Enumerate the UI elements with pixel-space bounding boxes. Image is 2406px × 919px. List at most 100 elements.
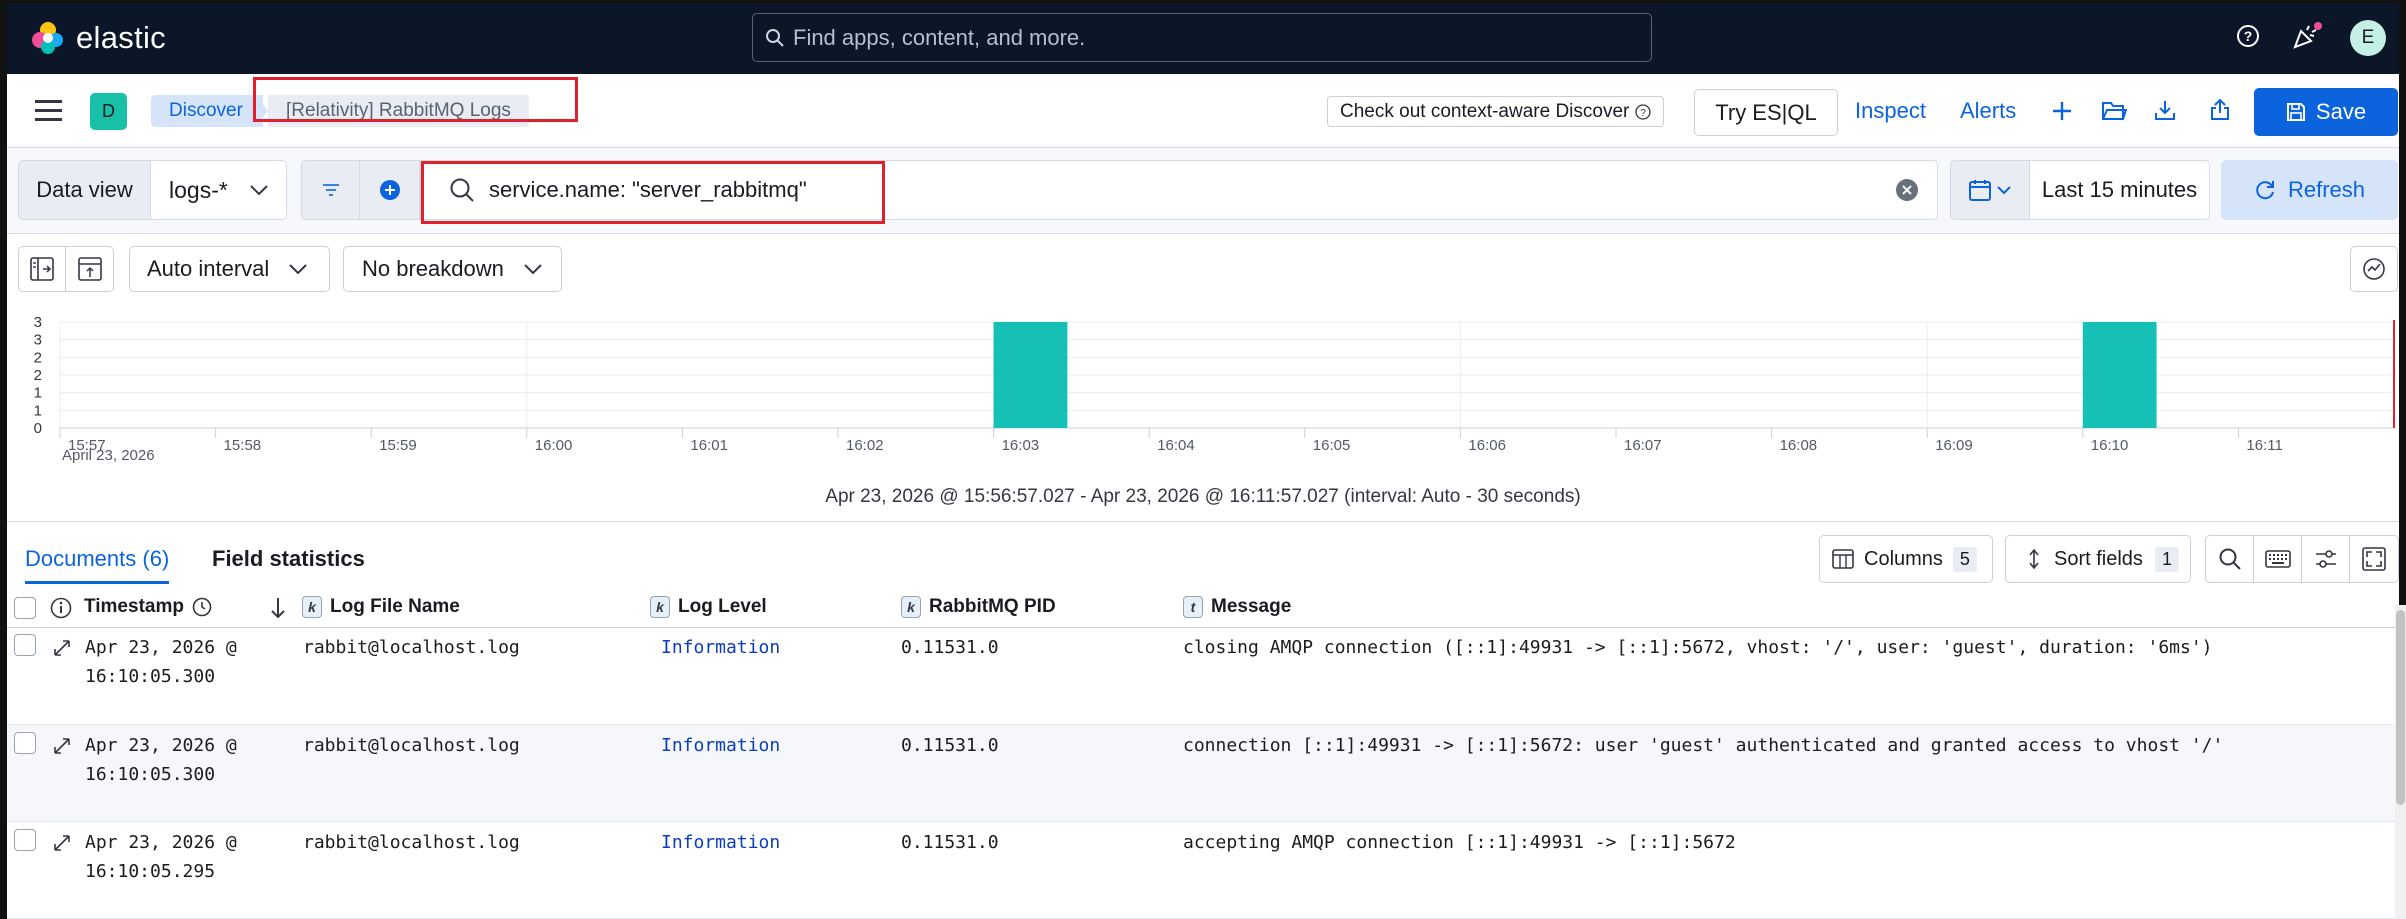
- fullscreen-icon: [2362, 547, 2386, 571]
- histogram-bar[interactable]: [2082, 322, 2157, 428]
- data-view-select[interactable]: logs-*: [151, 160, 287, 220]
- cell-message: connection [::1]:49931 -> [::1]:5672: us…: [1183, 735, 2224, 756]
- context-aware-label: Check out context-aware Discover: [1340, 100, 1630, 122]
- fullscreen-button[interactable]: [2350, 536, 2398, 582]
- tab-documents[interactable]: Documents (6): [25, 546, 170, 584]
- alerts-link[interactable]: Alerts: [1960, 98, 2016, 124]
- download-icon[interactable]: [2154, 99, 2176, 121]
- inspect-link[interactable]: Inspect: [1855, 98, 1926, 124]
- column-header-message[interactable]: t Message: [1183, 596, 1291, 618]
- table-row[interactable]: Apr 23, 2026 @ 16:10:05.295 rabbit@localh…: [7, 822, 2399, 919]
- column-header-timestamp-label: Timestamp: [84, 596, 184, 617]
- table-row[interactable]: Apr 23, 2026 @ 16:10:05.300 rabbit@localh…: [7, 628, 2399, 725]
- open-folder-icon[interactable]: [2101, 100, 2127, 122]
- filter-icon: [322, 184, 339, 196]
- toggle-sidebar-button[interactable]: [18, 246, 66, 292]
- interval-select[interactable]: Auto interval: [129, 246, 330, 292]
- cell-rabbitmq-pid: 0.11531.0: [901, 735, 999, 756]
- search-icon: [766, 28, 784, 47]
- help-icon[interactable]: ?: [2236, 24, 2260, 48]
- column-header-rabbitmq-pid[interactable]: k RabbitMQ PID: [901, 596, 1056, 618]
- cell-message: accepting AMQP connection [::1]:49931 ->…: [1183, 832, 1736, 853]
- x-tick-label: 16:10: [2091, 437, 2129, 454]
- table-row[interactable]: Apr 23, 2026 @ 16:10:05.300 rabbit@localh…: [7, 725, 2399, 822]
- app-badge[interactable]: D: [90, 93, 127, 130]
- filter-menu-button[interactable]: [301, 160, 360, 220]
- select-all-checkbox[interactable]: [14, 597, 36, 619]
- date-range-display[interactable]: Last 15 minutes: [2030, 160, 2210, 220]
- row-checkbox[interactable]: [14, 634, 36, 656]
- expand-icon[interactable]: [52, 736, 72, 756]
- plus-icon[interactable]: [2052, 101, 2072, 121]
- column-header-log-level[interactable]: k Log Level: [650, 596, 767, 618]
- chart-options-button[interactable]: [2350, 246, 2398, 292]
- save-button[interactable]: Save: [2254, 88, 2398, 136]
- x-tick-label: 16:01: [690, 437, 728, 454]
- date-quick-select-button[interactable]: [1950, 160, 2030, 220]
- settings-sliders-icon: [2315, 550, 2336, 568]
- tab-field-statistics[interactable]: Field statistics: [212, 546, 365, 572]
- try-esql-button[interactable]: Try ES|QL: [1694, 89, 1838, 136]
- x-tick-label: 16:11: [2246, 437, 2282, 454]
- histogram-bar[interactable]: [993, 322, 1068, 428]
- columns-button[interactable]: Columns 5: [1819, 535, 1993, 583]
- breakdown-select[interactable]: No breakdown: [343, 246, 562, 292]
- data-view-value: logs-*: [169, 176, 228, 203]
- data-view-label: Data view: [18, 160, 151, 220]
- columns-count: 5: [1952, 546, 1977, 572]
- menu-icon[interactable]: [35, 100, 62, 121]
- x-tick-label: 16:05: [1313, 437, 1351, 454]
- expand-icon[interactable]: [52, 833, 72, 853]
- column-header-timestamp[interactable]: Timestamp: [84, 596, 212, 618]
- interval-value: Auto interval: [147, 256, 270, 281]
- elastic-logo-icon: [32, 22, 63, 54]
- x-tick-label: 16:07: [1624, 437, 1662, 454]
- global-search-input[interactable]: [793, 24, 1633, 51]
- add-filter-button[interactable]: [360, 160, 420, 220]
- cell-log-file-name: rabbit@localhost.log: [303, 832, 520, 853]
- timestamp-date: Apr 23, 2026 @: [85, 832, 237, 853]
- toggle-chart-button[interactable]: [66, 246, 114, 292]
- panel-collapse-icon: [77, 257, 102, 281]
- annotation-highlight-breadcrumb: [253, 77, 578, 122]
- news-feed-icon[interactable]: [2292, 22, 2322, 50]
- chevron-down-icon: [289, 263, 308, 274]
- svg-text:?: ?: [1641, 108, 1647, 119]
- cell-timestamp: Apr 23, 2026 @ 16:10:05.300: [85, 633, 237, 691]
- clock-icon: [192, 597, 212, 617]
- row-checkbox[interactable]: [14, 829, 36, 851]
- timestamp-time: 16:10:05.300: [85, 764, 216, 785]
- column-header-log-file-name[interactable]: k Log File Name: [302, 596, 460, 618]
- row-checkbox[interactable]: [14, 732, 36, 754]
- clear-query-icon[interactable]: [1895, 178, 1919, 202]
- calendar-icon: [1969, 180, 1991, 201]
- table-columns-icon: [1832, 549, 1854, 569]
- refresh-button[interactable]: Refresh: [2221, 160, 2398, 220]
- column-header-rabbitmq-pid-label: RabbitMQ PID: [929, 596, 1056, 617]
- help-circle-icon: ?: [1635, 103, 1651, 120]
- keyword-type-icon: k: [650, 596, 670, 618]
- keyboard-icon: [2264, 550, 2291, 568]
- expand-icon[interactable]: [52, 638, 72, 658]
- context-aware-discover-button[interactable]: Check out context-aware Discover ?: [1327, 96, 1665, 127]
- scrollbar-thumb[interactable]: [2396, 610, 2405, 805]
- chevron-down-icon: [524, 263, 542, 274]
- sort-fields-button[interactable]: Sort fields 1: [2005, 535, 2191, 583]
- user-avatar[interactable]: E: [2350, 20, 2386, 56]
- keyword-type-icon: k: [901, 596, 921, 618]
- global-search[interactable]: [752, 13, 1652, 62]
- share-icon[interactable]: [2210, 98, 2230, 121]
- sort-descending-icon[interactable]: [268, 596, 288, 620]
- elastic-logo[interactable]: elastic: [30, 20, 166, 56]
- cell-log-level: Information: [661, 832, 781, 853]
- display-settings-button[interactable]: [2302, 536, 2350, 582]
- info-icon[interactable]: [50, 597, 72, 619]
- grid-tools-group: [2205, 535, 2399, 583]
- keyboard-shortcuts-button[interactable]: [2254, 536, 2302, 582]
- breadcrumb-discover[interactable]: Discover: [151, 95, 263, 127]
- cell-log-file-name: rabbit@localhost.log: [303, 637, 520, 658]
- histogram-time-range: Apr 23, 2026 @ 15:56:57.027 - Apr 23, 20…: [825, 486, 1581, 507]
- chart-date-label: April 23, 2026: [62, 447, 155, 464]
- y-tick-label: 3: [34, 332, 42, 349]
- grid-search-button[interactable]: [2206, 536, 2254, 582]
